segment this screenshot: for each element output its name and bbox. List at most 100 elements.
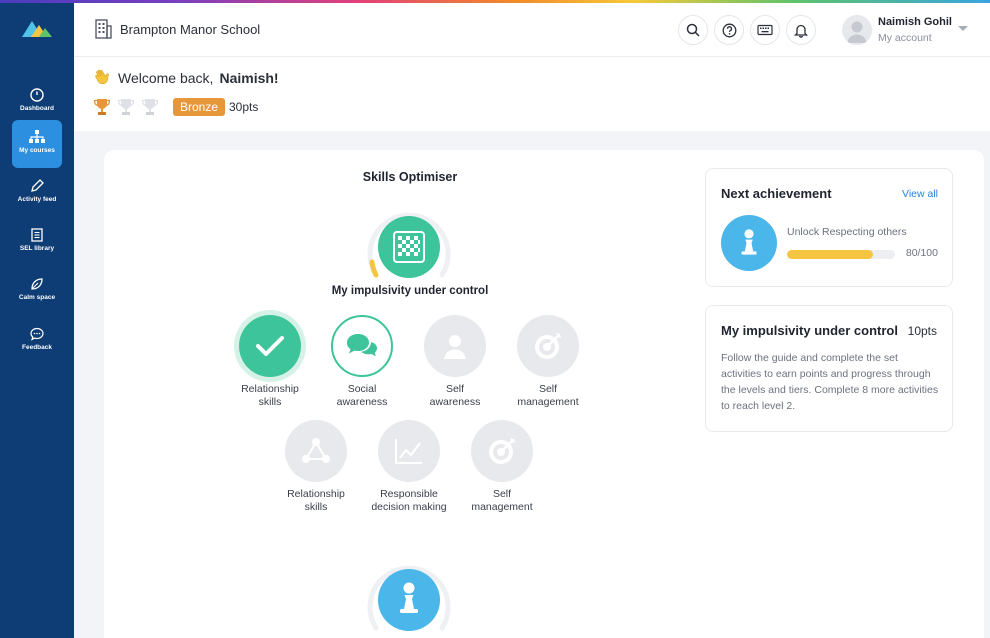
- checkmark-icon: [256, 336, 284, 356]
- skill-name: Responsible: [380, 488, 438, 500]
- target-icon: [535, 333, 561, 359]
- skill-name: Self: [445, 383, 465, 395]
- skill-relationship-skills-2[interactable]: Relationship skills: [271, 420, 361, 514]
- skill-name: skills: [258, 396, 282, 408]
- chevron-down-icon[interactable]: [958, 26, 968, 31]
- sidebar-item-label: My courses: [19, 147, 55, 154]
- chess-pawn-icon: [400, 582, 418, 613]
- skill-description: Follow the guide and complete the set ac…: [721, 352, 939, 412]
- skill-name: management: [517, 396, 579, 408]
- skill-name: Relationship: [241, 383, 299, 395]
- my-account-link[interactable]: My account: [878, 32, 932, 44]
- waving-hand-icon: [95, 69, 109, 84]
- progress-count: 80/100: [905, 247, 938, 259]
- skill-name: awareness: [429, 396, 481, 408]
- sidebar-item-sel-library[interactable]: SEL library: [12, 218, 62, 266]
- help-button[interactable]: [714, 15, 744, 45]
- top-header: Brampton Manor School Naimish Gohil My a…: [74, 3, 990, 57]
- welcome-name: Naimish!: [219, 70, 279, 86]
- avatar-icon: [847, 21, 867, 43]
- sidebar-item-dashboard[interactable]: Dashboard: [12, 78, 62, 126]
- skill-status: [239, 315, 301, 377]
- sidebar: Dashboard My courses Activity feed SEL l…: [0, 0, 74, 638]
- welcome-prefix: Welcome back,: [118, 70, 214, 86]
- person-icon: [444, 335, 466, 359]
- skill-name: Social: [347, 383, 377, 395]
- welcome-message: Welcome back, Naimish!: [92, 68, 279, 88]
- skill-name: Self: [492, 488, 512, 500]
- library-icon: [31, 228, 43, 242]
- trophy-icon: [141, 99, 159, 115]
- optimiser-title: Skills Optimiser: [362, 170, 458, 184]
- keyboard-button[interactable]: [750, 15, 780, 45]
- skill-self-management[interactable]: Self management: [503, 315, 593, 409]
- achievement-progress-bar: [787, 250, 895, 259]
- leaf-icon: [31, 278, 43, 290]
- next-level-ring[interactable]: [364, 555, 454, 638]
- skill-status: [285, 420, 347, 482]
- notifications-button[interactable]: [786, 15, 816, 45]
- target-icon: [489, 438, 515, 464]
- skill-self-awareness[interactable]: Self awareness: [410, 315, 500, 409]
- network-icon: [302, 438, 330, 463]
- next-achievement-card: Next achievement View all Unlock Respect…: [705, 168, 953, 287]
- courses-icon: [29, 130, 45, 143]
- sidebar-item-feedback[interactable]: Feedback: [12, 317, 62, 365]
- skill-social-awareness[interactable]: Social awareness: [317, 315, 407, 409]
- building-icon: [95, 19, 112, 39]
- bell-icon: [794, 24, 808, 38]
- welcome-section: Welcome back, Naimish! Bronze 30pts: [74, 57, 990, 131]
- line-chart-icon: [395, 439, 422, 464]
- skill-status: [517, 315, 579, 377]
- skill-name: decision making: [371, 501, 447, 513]
- skill-self-management-2[interactable]: Self management: [457, 420, 547, 514]
- skill-status: [471, 420, 533, 482]
- speech-bubbles-icon: [347, 334, 377, 357]
- skill-status: [424, 315, 486, 377]
- skill-name: skills: [304, 501, 328, 513]
- help-icon: [722, 23, 736, 37]
- sidebar-item-label: Feedback: [22, 344, 52, 351]
- progress-fill: [787, 250, 874, 259]
- sidebar-item-activity-feed[interactable]: Activity feed: [12, 169, 62, 217]
- current-skill-ring[interactable]: [364, 202, 454, 287]
- sidebar-item-calm-space[interactable]: Calm space: [12, 267, 62, 315]
- sidebar-item-my-courses[interactable]: My courses: [12, 120, 62, 168]
- search-icon: [686, 23, 700, 37]
- top-color-strip: [0, 0, 990, 3]
- skill-name: Relationship: [287, 488, 345, 500]
- points-total: 30pts: [229, 100, 259, 114]
- user-name[interactable]: Naimish Gohil: [878, 16, 952, 28]
- chat-icon: [30, 327, 44, 341]
- card-title: Next achievement: [721, 186, 832, 201]
- skill-responsible-decision-making[interactable]: Responsible decision making: [364, 420, 454, 514]
- skill-status: [331, 315, 393, 377]
- sidebar-item-label: SEL library: [19, 245, 55, 252]
- trophy-icon: [93, 99, 111, 115]
- chess-pawn-icon: [741, 229, 757, 255]
- trophy-row: [92, 97, 160, 117]
- view-all-link[interactable]: View all: [902, 188, 938, 200]
- keyboard-icon: [757, 24, 773, 36]
- trophy-icon: [117, 99, 135, 115]
- skill-status: [378, 420, 440, 482]
- search-button[interactable]: [678, 15, 708, 45]
- achievement-badge: [721, 215, 777, 271]
- skill-name: Self: [538, 383, 558, 395]
- card-title: My impulsivity under control: [721, 323, 898, 338]
- chess-board-icon: [393, 231, 425, 263]
- sidebar-item-label: Calm space: [18, 294, 56, 301]
- current-skill-title: My impulsivity under control: [331, 285, 489, 297]
- unlock-text: Unlock Respecting others: [787, 226, 907, 238]
- skill-name: management: [471, 501, 533, 513]
- dashboard-icon: [30, 88, 44, 102]
- level-badge: Bronze: [173, 98, 226, 116]
- skill-points: 10pts: [907, 324, 937, 338]
- skill-name: awareness: [336, 396, 388, 408]
- skill-relationship-skills[interactable]: Relationship skills: [225, 315, 315, 409]
- app-logo[interactable]: [22, 17, 52, 37]
- school-selector[interactable]: Brampton Manor School: [94, 19, 260, 39]
- pencil-icon: [31, 179, 44, 192]
- avatar[interactable]: [842, 15, 872, 45]
- sidebar-item-label: Activity feed: [17, 196, 57, 203]
